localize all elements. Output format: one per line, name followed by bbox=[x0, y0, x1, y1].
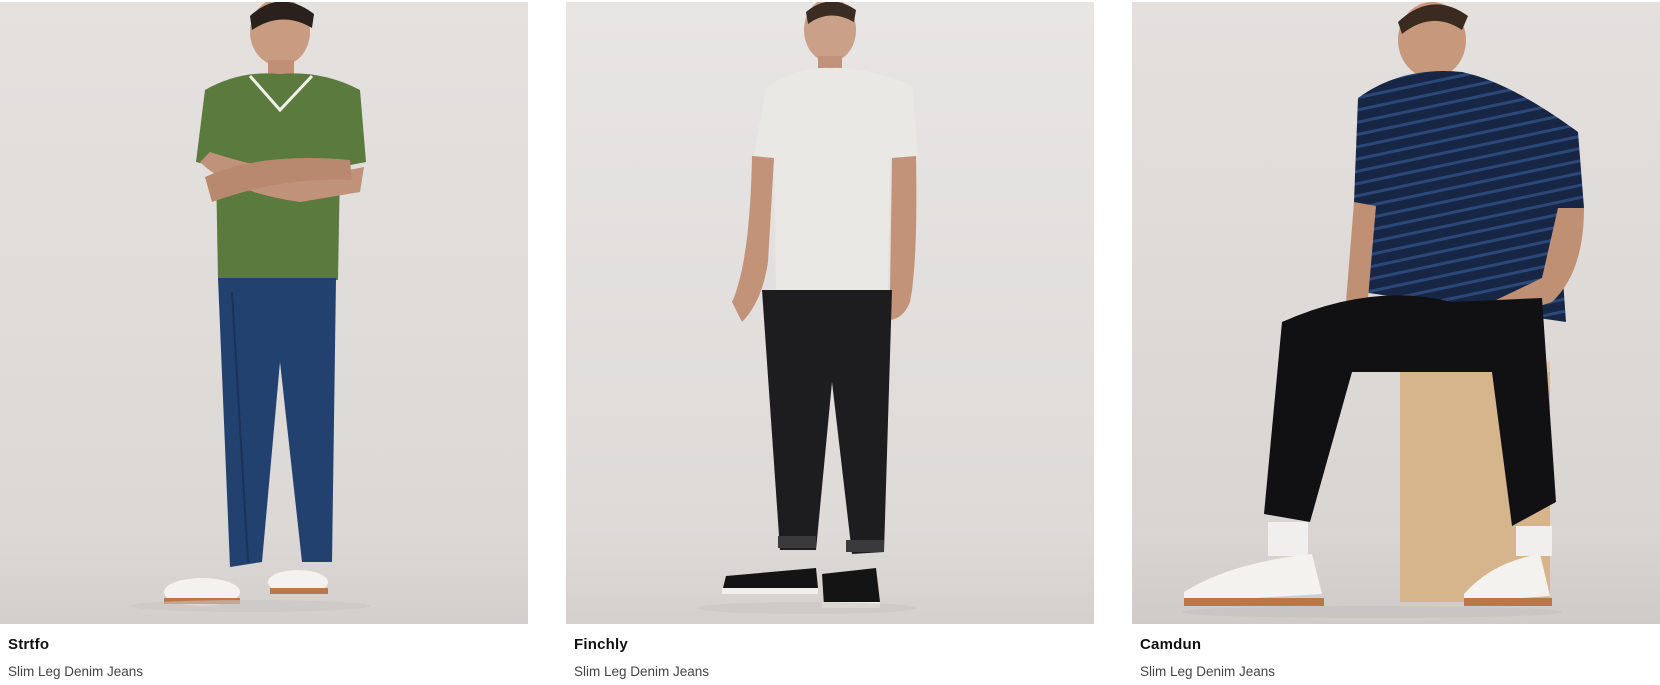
product-subtitle: Slim Leg Denim Jeans bbox=[1140, 664, 1276, 679]
product-photo bbox=[0, 2, 528, 624]
product-photo bbox=[1132, 2, 1660, 624]
product-card[interactable]: Strtfo Slim Leg Denim Jeans bbox=[0, 0, 528, 685]
product-grid: Strtfo Slim Leg Denim Jeans Finchly Slim… bbox=[0, 0, 1660, 685]
product-subtitle: Slim Leg Denim Jeans bbox=[574, 664, 710, 679]
product-photo bbox=[566, 2, 1094, 624]
product-card[interactable]: Finchly Slim Leg Denim Jeans bbox=[566, 0, 1094, 685]
product-image[interactable] bbox=[566, 2, 1094, 624]
product-card[interactable]: Camdun Slim Leg Denim Jeans bbox=[1132, 0, 1660, 685]
product-image[interactable] bbox=[0, 2, 528, 624]
product-name[interactable]: Strtfo bbox=[8, 636, 49, 653]
product-name[interactable]: Finchly bbox=[574, 636, 628, 653]
product-subtitle: Slim Leg Denim Jeans bbox=[8, 664, 144, 679]
product-image[interactable] bbox=[1132, 2, 1660, 624]
product-name[interactable]: Camdun bbox=[1140, 636, 1201, 653]
